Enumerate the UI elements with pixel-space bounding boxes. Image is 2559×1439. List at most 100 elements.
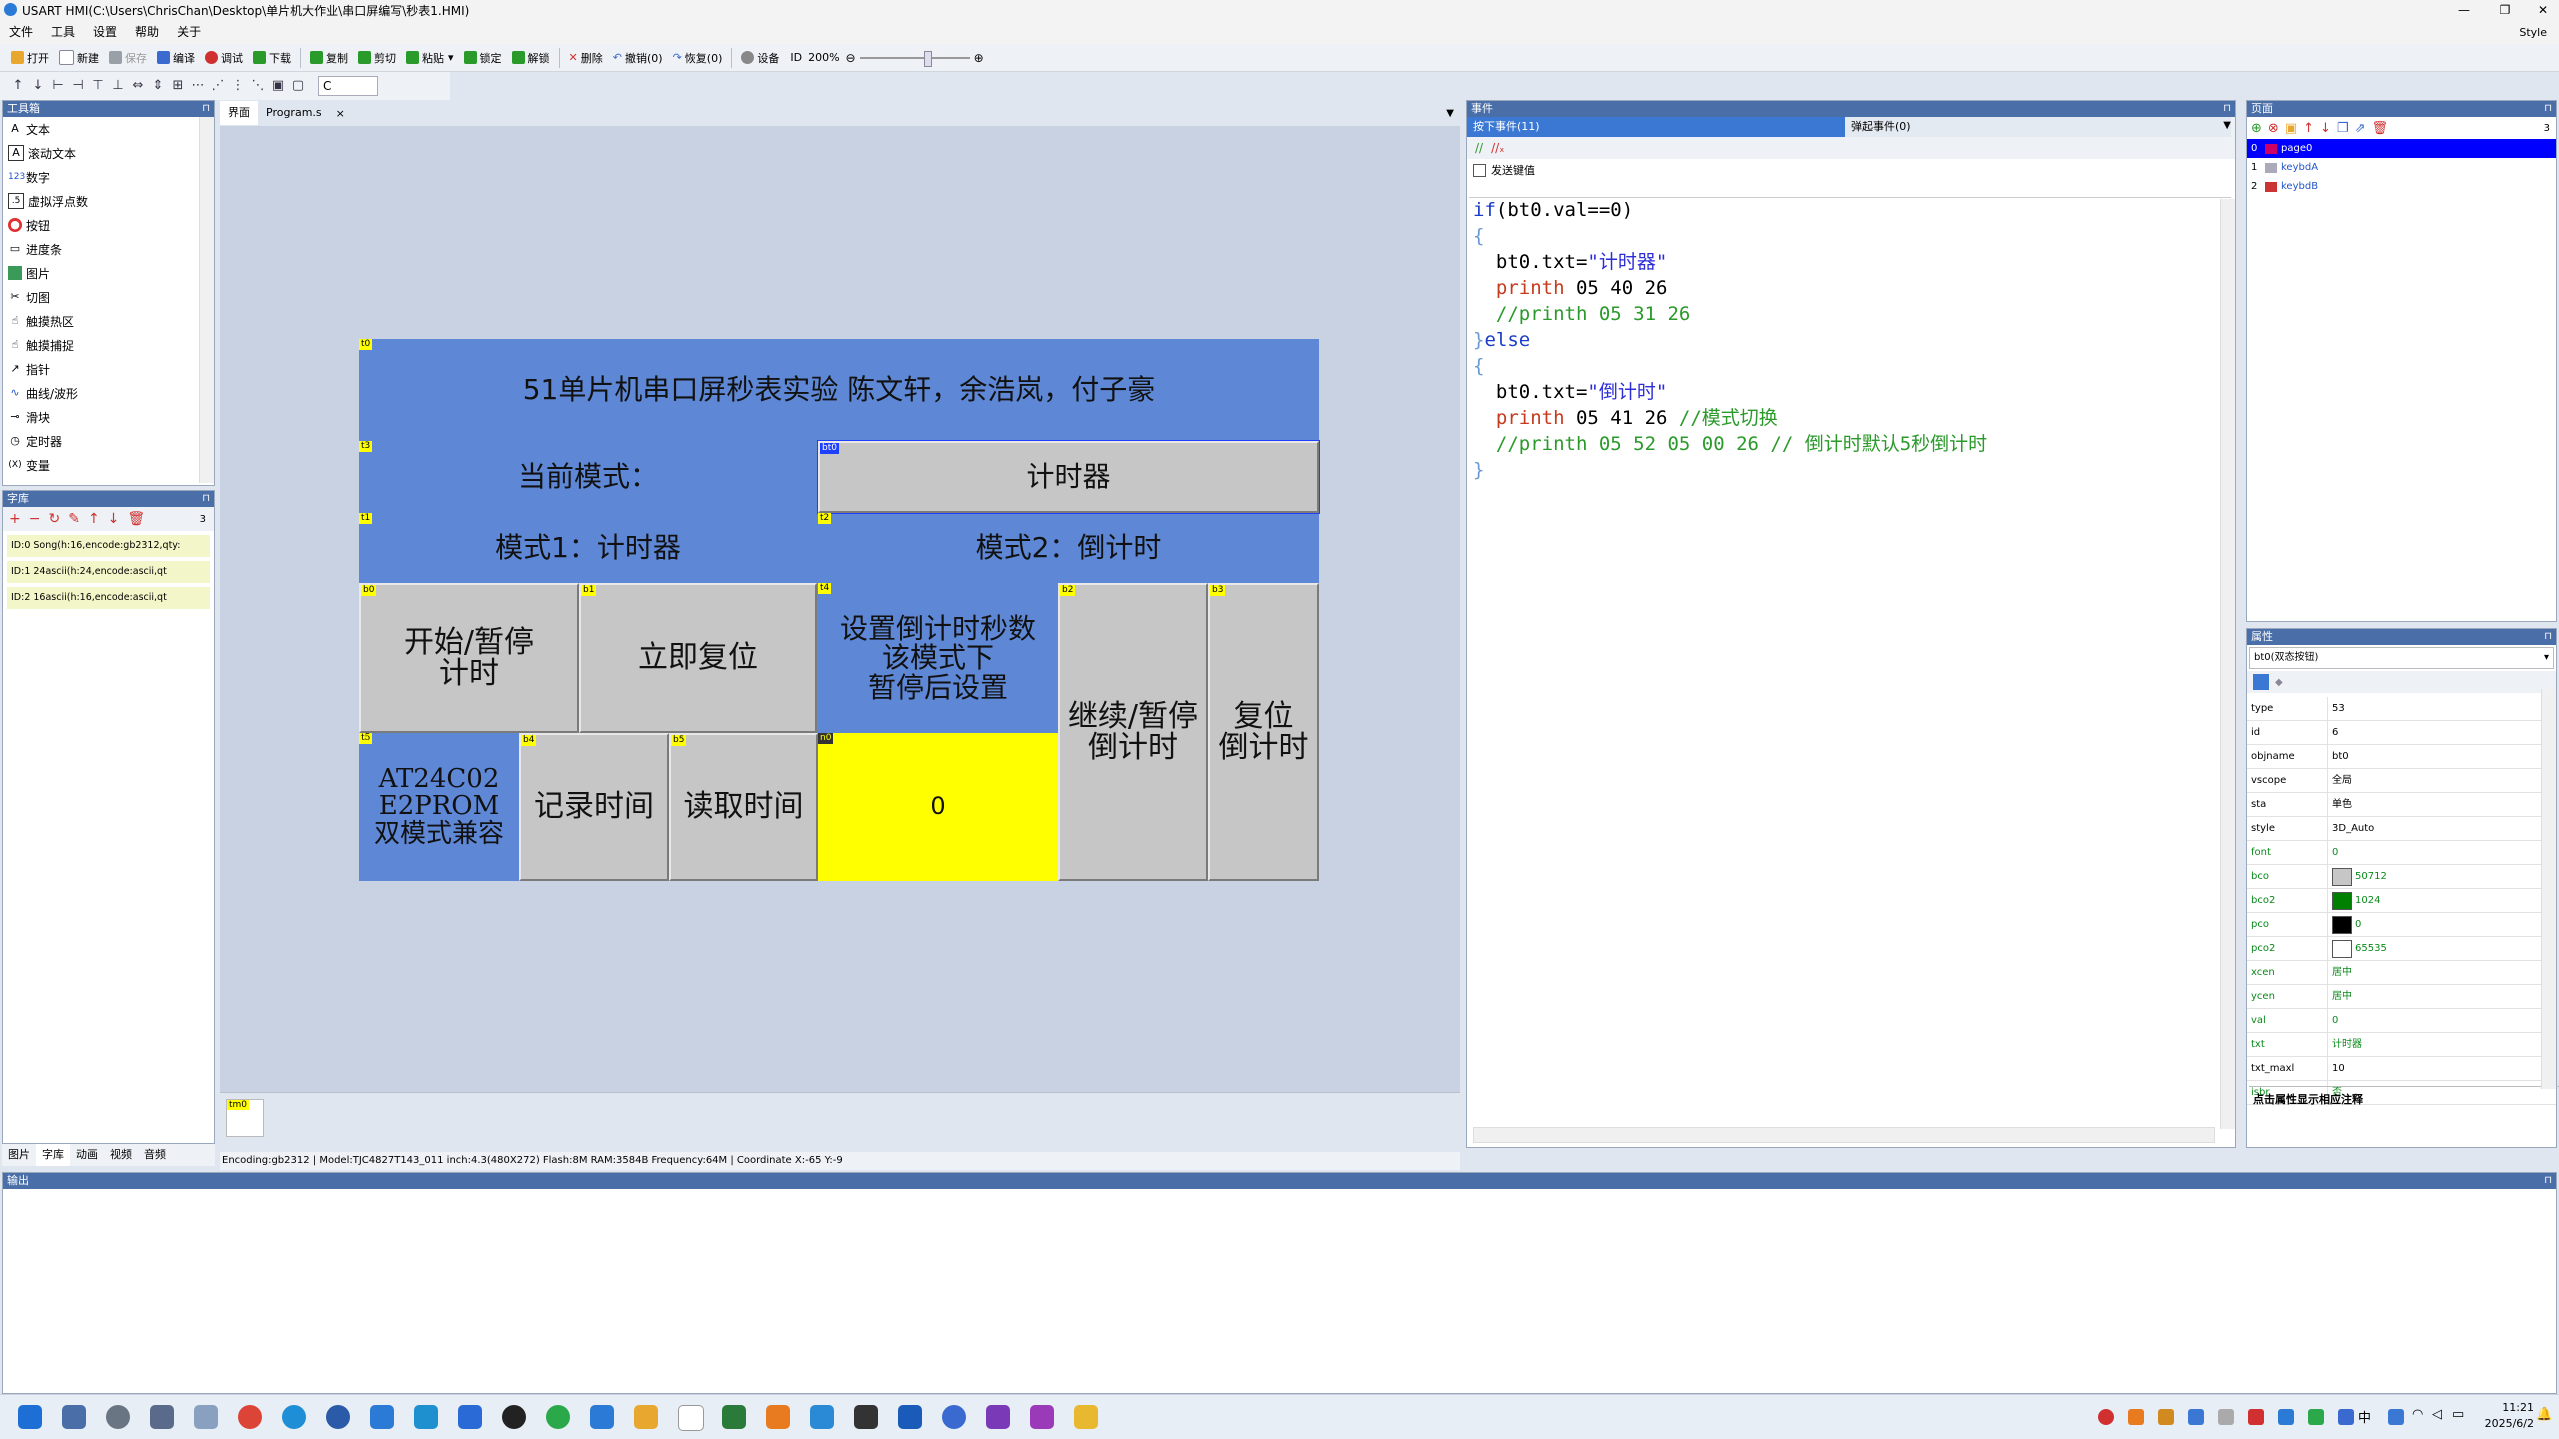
reset-countdown-button[interactable]: b3 复位 倒计时 [1208, 583, 1319, 881]
add-icon[interactable]: + [9, 511, 21, 527]
tab-release-event[interactable]: 弹起事件(0) [1845, 117, 2231, 137]
usart-hmi-icon[interactable] [1030, 1405, 1054, 1429]
color-swatch[interactable] [2332, 939, 2352, 958]
start-icon[interactable] [18, 1405, 42, 1429]
code-line[interactable]: bt0.txt="计时器" [1473, 249, 2213, 275]
debug-button[interactable]: 调试 [200, 46, 248, 70]
vspace-icon[interactable]: ⋮ [230, 78, 246, 94]
countdown-number[interactable]: n0 0 [818, 733, 1058, 881]
attribute-value[interactable]: 53 [2328, 697, 2556, 720]
style-menu[interactable]: Style [2519, 26, 2547, 39]
battery-icon[interactable]: ▭ [2452, 1407, 2464, 1422]
tab-videos[interactable]: 视频 [104, 1144, 138, 1166]
app-v-icon[interactable] [898, 1405, 922, 1429]
paste-button[interactable]: 粘贴 ▾ [401, 46, 459, 70]
redo-button[interactable]: ↷ 恢复(0) [668, 46, 728, 70]
new-button[interactable]: 新建 [54, 46, 104, 70]
code-line[interactable]: }else [1473, 327, 2213, 353]
code-line[interactable]: //printh 05 52 05 00 26 // 倒计时默认5秒倒计时 [1473, 431, 2213, 457]
page-item[interactable]: 2 keybdB [2247, 177, 2556, 196]
code-vscrollbar[interactable] [2220, 199, 2235, 1129]
file-explorer-icon[interactable] [1074, 1405, 1098, 1429]
bring-front-icon[interactable]: ▣ [270, 78, 286, 94]
code-line[interactable]: printh 05 41 26 //模式切换 [1473, 405, 2213, 431]
tabs-dropdown-icon[interactable]: ▼ [1446, 108, 1454, 119]
zoom-slider-thumb[interactable] [923, 50, 932, 67]
toolbox-item-pointer[interactable]: ↗ 指针 [3, 357, 214, 381]
attribute-value[interactable]: 居中 [2328, 985, 2556, 1008]
move-down-icon[interactable]: ↓ [108, 511, 120, 527]
attribute-value[interactable]: bt0 [2328, 745, 2556, 768]
copy-page-icon[interactable]: ❐ [2337, 121, 2349, 136]
toolbox-item-number[interactable]: 123 数字 [3, 165, 214, 189]
code-hscrollbar[interactable] [1473, 1127, 2215, 1143]
menu-settings[interactable]: 设置 [84, 20, 126, 44]
typora-icon[interactable] [678, 1405, 704, 1431]
move-up-icon[interactable]: ↑ [88, 511, 100, 527]
send-back-icon[interactable]: ▢ [290, 78, 306, 94]
zoom-in-icon[interactable]: ⊕ [974, 51, 984, 65]
app-k-icon[interactable] [458, 1405, 482, 1429]
sort-category-icon[interactable] [2253, 674, 2269, 690]
code-line[interactable]: //printh 05 31 26 [1473, 301, 2213, 327]
toolbox-item-waveform[interactable]: ∿ 曲线/波形 [3, 381, 214, 405]
volume-icon[interactable]: ◁ [2432, 1407, 2442, 1422]
clock-date[interactable]: 2025/6/2 [2464, 1417, 2534, 1430]
page-item[interactable]: 1 keybdA [2247, 158, 2556, 177]
lock-button[interactable]: 锁定 [459, 46, 507, 70]
edge-icon[interactable] [282, 1405, 306, 1429]
attribute-row[interactable]: bco2 1024 [2247, 889, 2556, 913]
app-orange-icon[interactable] [634, 1405, 658, 1429]
app-puzzle-icon[interactable] [766, 1405, 790, 1429]
unlock-button[interactable]: 解锁 [507, 46, 555, 70]
delete-button[interactable]: ✕ 删除 [564, 46, 608, 70]
attribute-row[interactable]: bco 50712 [2247, 865, 2556, 889]
code-line[interactable]: { [1473, 353, 2213, 379]
tab-fonts[interactable]: 字库 [36, 1144, 70, 1166]
attribute-row[interactable]: xcen 居中 [2247, 961, 2556, 985]
tab-audio[interactable]: 音频 [138, 1144, 172, 1166]
remove-icon[interactable]: − [29, 511, 41, 527]
attribute-row[interactable]: txt 计时器 [2247, 1033, 2556, 1057]
attribute-value[interactable]: 全局 [2328, 769, 2556, 792]
color-swatch[interactable] [2332, 891, 2352, 910]
pin-icon[interactable]: ⊓ [202, 101, 210, 117]
attribute-row[interactable]: type 53 [2247, 697, 2556, 721]
attribute-value[interactable]: 65535 [2328, 937, 2556, 960]
read-time-button[interactable]: b5 读取时间 [669, 733, 818, 881]
vspace-equal-icon[interactable]: ⋱ [250, 78, 266, 94]
attribute-value[interactable]: 居中 [2328, 961, 2556, 984]
notification-bell-icon[interactable]: 🔔 [2536, 1407, 2552, 1422]
trash-icon[interactable]: 🗑 [127, 511, 145, 527]
attribute-row[interactable]: sta 单色 [2247, 793, 2556, 817]
attribute-row[interactable]: objname bt0 [2247, 745, 2556, 769]
current-mode-text[interactable]: t3 当前模式： [359, 441, 817, 513]
menu-help[interactable]: 帮助 [126, 20, 168, 44]
wifi-icon[interactable]: ◠ [2412, 1407, 2423, 1422]
chrome-icon[interactable] [238, 1405, 262, 1429]
toolbox-item-text[interactable]: A 文本 [3, 117, 214, 141]
menu-file[interactable]: 文件 [0, 20, 42, 44]
tray-app-icon[interactable] [2338, 1409, 2354, 1425]
pin-icon[interactable]: ⊓ [2544, 629, 2552, 645]
app-check-icon[interactable] [326, 1405, 350, 1429]
task-view-icon[interactable] [62, 1405, 86, 1429]
code-line[interactable]: bt0.txt="倒计时" [1473, 379, 2213, 405]
fontlib-row[interactable]: ID:1 24ascii(h:24,encode:ascii,qt [7, 561, 210, 583]
sort-alpha-icon[interactable]: ◆ [2275, 677, 2283, 688]
hspace-icon[interactable]: ⋯ [190, 78, 206, 94]
attribute-value[interactable]: 1024 [2328, 889, 2556, 912]
toolbox-item-variable[interactable]: (X) 变量 [3, 453, 214, 477]
compile-button[interactable]: 编译 [152, 46, 200, 70]
attribute-value[interactable]: 计时器 [2328, 1033, 2556, 1056]
attribute-row[interactable]: font 0 [2247, 841, 2556, 865]
pin-icon[interactable]: ⊓ [2544, 1173, 2552, 1189]
same-size-icon[interactable]: ⊞ [170, 78, 186, 94]
align-bottom-icon[interactable]: ↓ [30, 78, 46, 94]
open-button[interactable]: 打开 [6, 46, 54, 70]
undo-button[interactable]: ↶ 撤销(0) [608, 46, 668, 70]
stc-isp-icon[interactable] [986, 1405, 1010, 1429]
color-swatch[interactable] [2332, 915, 2352, 934]
import-page-icon[interactable]: ▣ [2285, 121, 2297, 136]
app-globe-icon[interactable] [942, 1405, 966, 1429]
